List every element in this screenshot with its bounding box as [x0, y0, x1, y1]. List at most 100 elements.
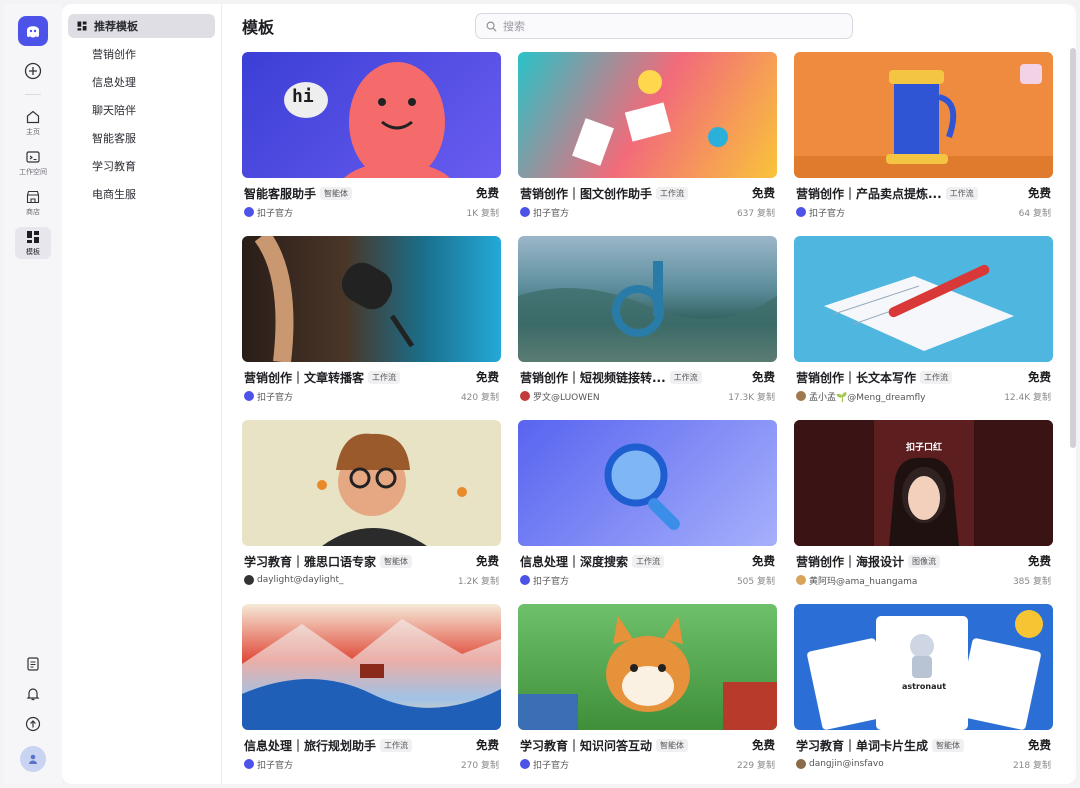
rail-item-store[interactable]: 商店 — [15, 187, 51, 219]
rail-item-templates[interactable]: 模板 — [15, 227, 51, 259]
card-price: 免费 — [476, 738, 499, 752]
card-title-row: 营销创作｜产品卖点提炼... 工作流 免费 — [794, 184, 1053, 202]
author-avatar — [244, 391, 254, 401]
card-meta: 扣子官方 505 复制 — [518, 572, 777, 588]
card-author: 扣子官方 — [533, 208, 570, 219]
template-grid: hi 智能客服助手 智能体 免费 扣子官方 1K 复制 营销创作｜图文创作助手 … — [242, 52, 1053, 784]
card-author: 扣子官方 — [533, 576, 570, 587]
card-copies: 385 复制 — [1012, 576, 1051, 587]
hi-bubble-text: hi — [292, 86, 314, 107]
search-input[interactable]: 搜索 — [475, 13, 853, 39]
card-meta: 罗文@LUOWEN 17.3K 复制 — [518, 388, 777, 404]
card-title-row: 营销创作｜图文创作助手 工作流 免费 — [518, 184, 777, 202]
card-type-badge: 工作流 — [945, 186, 978, 200]
rail-item-workspace[interactable]: 工作空间 — [15, 147, 51, 179]
card-price: 免费 — [1028, 186, 1051, 200]
category-customer-service[interactable]: 智能客服 — [68, 126, 215, 150]
card-meta: 扣子官方 64 复制 — [794, 204, 1053, 220]
template-card[interactable]: 营销创作｜文章转播客 工作流 免费 扣子官方 420 复制 — [242, 236, 501, 418]
card-title-row: 信息处理｜深度搜索 工作流 免费 — [518, 552, 777, 570]
card-type-badge: 图像流 — [908, 554, 941, 568]
card-copies: 1.2K 复制 — [457, 576, 499, 587]
template-card[interactable]: 学习教育｜雅思口语专家 智能体 免费 daylight@daylight_ 1.… — [242, 420, 501, 602]
card-thumbnail — [518, 236, 777, 362]
template-card[interactable]: hi 智能客服助手 智能体 免费 扣子官方 1K 复制 — [242, 52, 501, 234]
category-recommended[interactable]: 推荐模板 — [68, 14, 215, 38]
card-copies: 505 复制 — [736, 576, 775, 587]
search-icon — [486, 21, 497, 31]
card-type-badge: 工作流 — [380, 738, 413, 752]
template-card[interactable]: 营销创作｜长文本写作 工作流 免费 孟小孟🌱@Meng_dreamfly 12.… — [794, 236, 1053, 418]
card-meta: 扣子官方 229 复制 — [518, 756, 777, 772]
card-thumbnail — [242, 604, 501, 730]
template-card[interactable]: 营销创作｜短视频链接转... 工作流 免费 罗文@LUOWEN 17.3K 复制 — [518, 236, 777, 418]
card-name: 营销创作｜长文本写作 — [796, 370, 917, 385]
create-plus-button[interactable] — [15, 60, 51, 82]
category-label: 聊天陪伴 — [92, 104, 136, 117]
card-price: 免费 — [752, 370, 775, 384]
category-education[interactable]: 学习教育 — [68, 154, 215, 178]
card-meta: 扣子官方 420 复制 — [242, 388, 501, 404]
app-window: 主页 工作空间 商店 模板 推荐模板 营销创作 信息处理 聊天陪伴 智能客服 学… — [4, 4, 1076, 784]
card-author: daylight@daylight_ — [257, 575, 344, 585]
card-author: dangjin@insfavo — [809, 759, 884, 769]
card-thumbnail: 扣子口红 — [794, 420, 1053, 546]
template-card[interactable]: 扣子口红 营销创作｜海报设计 图像流 免费 黄阿玛@ama_huangama 3… — [794, 420, 1053, 602]
template-card[interactable]: 信息处理｜旅行规划助手 工作流 免费 扣子官方 270 复制 — [242, 604, 501, 784]
category-label: 推荐模板 — [94, 20, 138, 33]
card-thumbnail — [518, 52, 777, 178]
card-name: 学习教育｜雅思口语专家 — [244, 554, 377, 569]
card-title-row: 信息处理｜旅行规划助手 工作流 免费 — [242, 736, 501, 754]
card-price: 免费 — [752, 738, 775, 752]
rail-item-home[interactable]: 主页 — [15, 107, 51, 139]
document-icon[interactable] — [25, 656, 41, 672]
store-icon — [26, 190, 40, 204]
category-marketing[interactable]: 营销创作 — [68, 42, 215, 66]
card-name: 营销创作｜产品卖点提炼... — [796, 186, 942, 201]
card-name: 营销创作｜文章转播客 — [244, 370, 365, 385]
template-card[interactable]: 学习教育｜知识问答互动 智能体 免费 扣子官方 229 复制 — [518, 604, 777, 784]
card-name: 营销创作｜图文创作助手 — [520, 186, 653, 201]
card-price: 免费 — [476, 370, 499, 384]
user-icon — [29, 754, 37, 764]
card-meta: dangjin@insfavo 218 复制 — [794, 756, 1053, 772]
page-title: 模板 — [242, 18, 275, 37]
author-avatar — [520, 575, 530, 585]
card-thumbnail: astronaut — [794, 604, 1053, 730]
card-meta: 孟小孟🌱@Meng_dreamfly 12.4K 复制 — [794, 388, 1053, 404]
template-card[interactable]: 营销创作｜产品卖点提炼... 工作流 免费 扣子官方 64 复制 — [794, 52, 1053, 234]
category-sidebar: 推荐模板 营销创作 信息处理 聊天陪伴 智能客服 学习教育 电商生服 — [62, 4, 222, 784]
coze-logo-icon[interactable] — [18, 16, 48, 46]
author-avatar — [796, 391, 806, 401]
category-label: 学习教育 — [92, 160, 136, 173]
author-avatar — [244, 759, 254, 769]
bell-icon[interactable] — [25, 686, 41, 702]
card-price: 免费 — [752, 186, 775, 200]
scrollbar[interactable] — [1070, 48, 1076, 448]
rail-item-label: 主页 — [26, 128, 40, 136]
card-type-badge: 工作流 — [920, 370, 953, 384]
card-author: 黄阿玛@ama_huangama — [809, 576, 918, 587]
rail-item-label: 商店 — [26, 208, 40, 216]
category-info-processing[interactable]: 信息处理 — [68, 70, 215, 94]
category-label: 营销创作 — [92, 48, 136, 61]
main-content: 模板 搜索 hi 智能客服助手 智能体 免费 扣子官方 1K 复制 营销创作｜图… — [222, 4, 1076, 784]
category-chat-companion[interactable]: 聊天陪伴 — [68, 98, 215, 122]
card-title-row: 营销创作｜长文本写作 工作流 免费 — [794, 368, 1053, 386]
card-author: 扣子官方 — [533, 760, 570, 771]
category-ecommerce[interactable]: 电商生服 — [68, 182, 215, 206]
user-avatar[interactable] — [20, 746, 46, 772]
card-name: 学习教育｜知识问答互动 — [520, 738, 653, 753]
card-title-row: 学习教育｜雅思口语专家 智能体 免费 — [242, 552, 501, 570]
category-label: 智能客服 — [92, 132, 136, 145]
template-card[interactable]: 信息处理｜深度搜索 工作流 免费 扣子官方 505 复制 — [518, 420, 777, 602]
template-icon — [77, 21, 87, 31]
card-price: 免费 — [1028, 554, 1051, 568]
card-name: 信息处理｜深度搜索 — [520, 554, 629, 569]
card-copies: 64 复制 — [1018, 208, 1051, 219]
upload-circle-icon[interactable] — [25, 716, 41, 732]
template-card[interactable]: 营销创作｜图文创作助手 工作流 免费 扣子官方 637 复制 — [518, 52, 777, 234]
card-price: 免费 — [476, 186, 499, 200]
card-meta: 扣子官方 637 复制 — [518, 204, 777, 220]
template-card[interactable]: astronaut 学习教育｜单词卡片生成 智能体 免费 dangjin@ins… — [794, 604, 1053, 784]
